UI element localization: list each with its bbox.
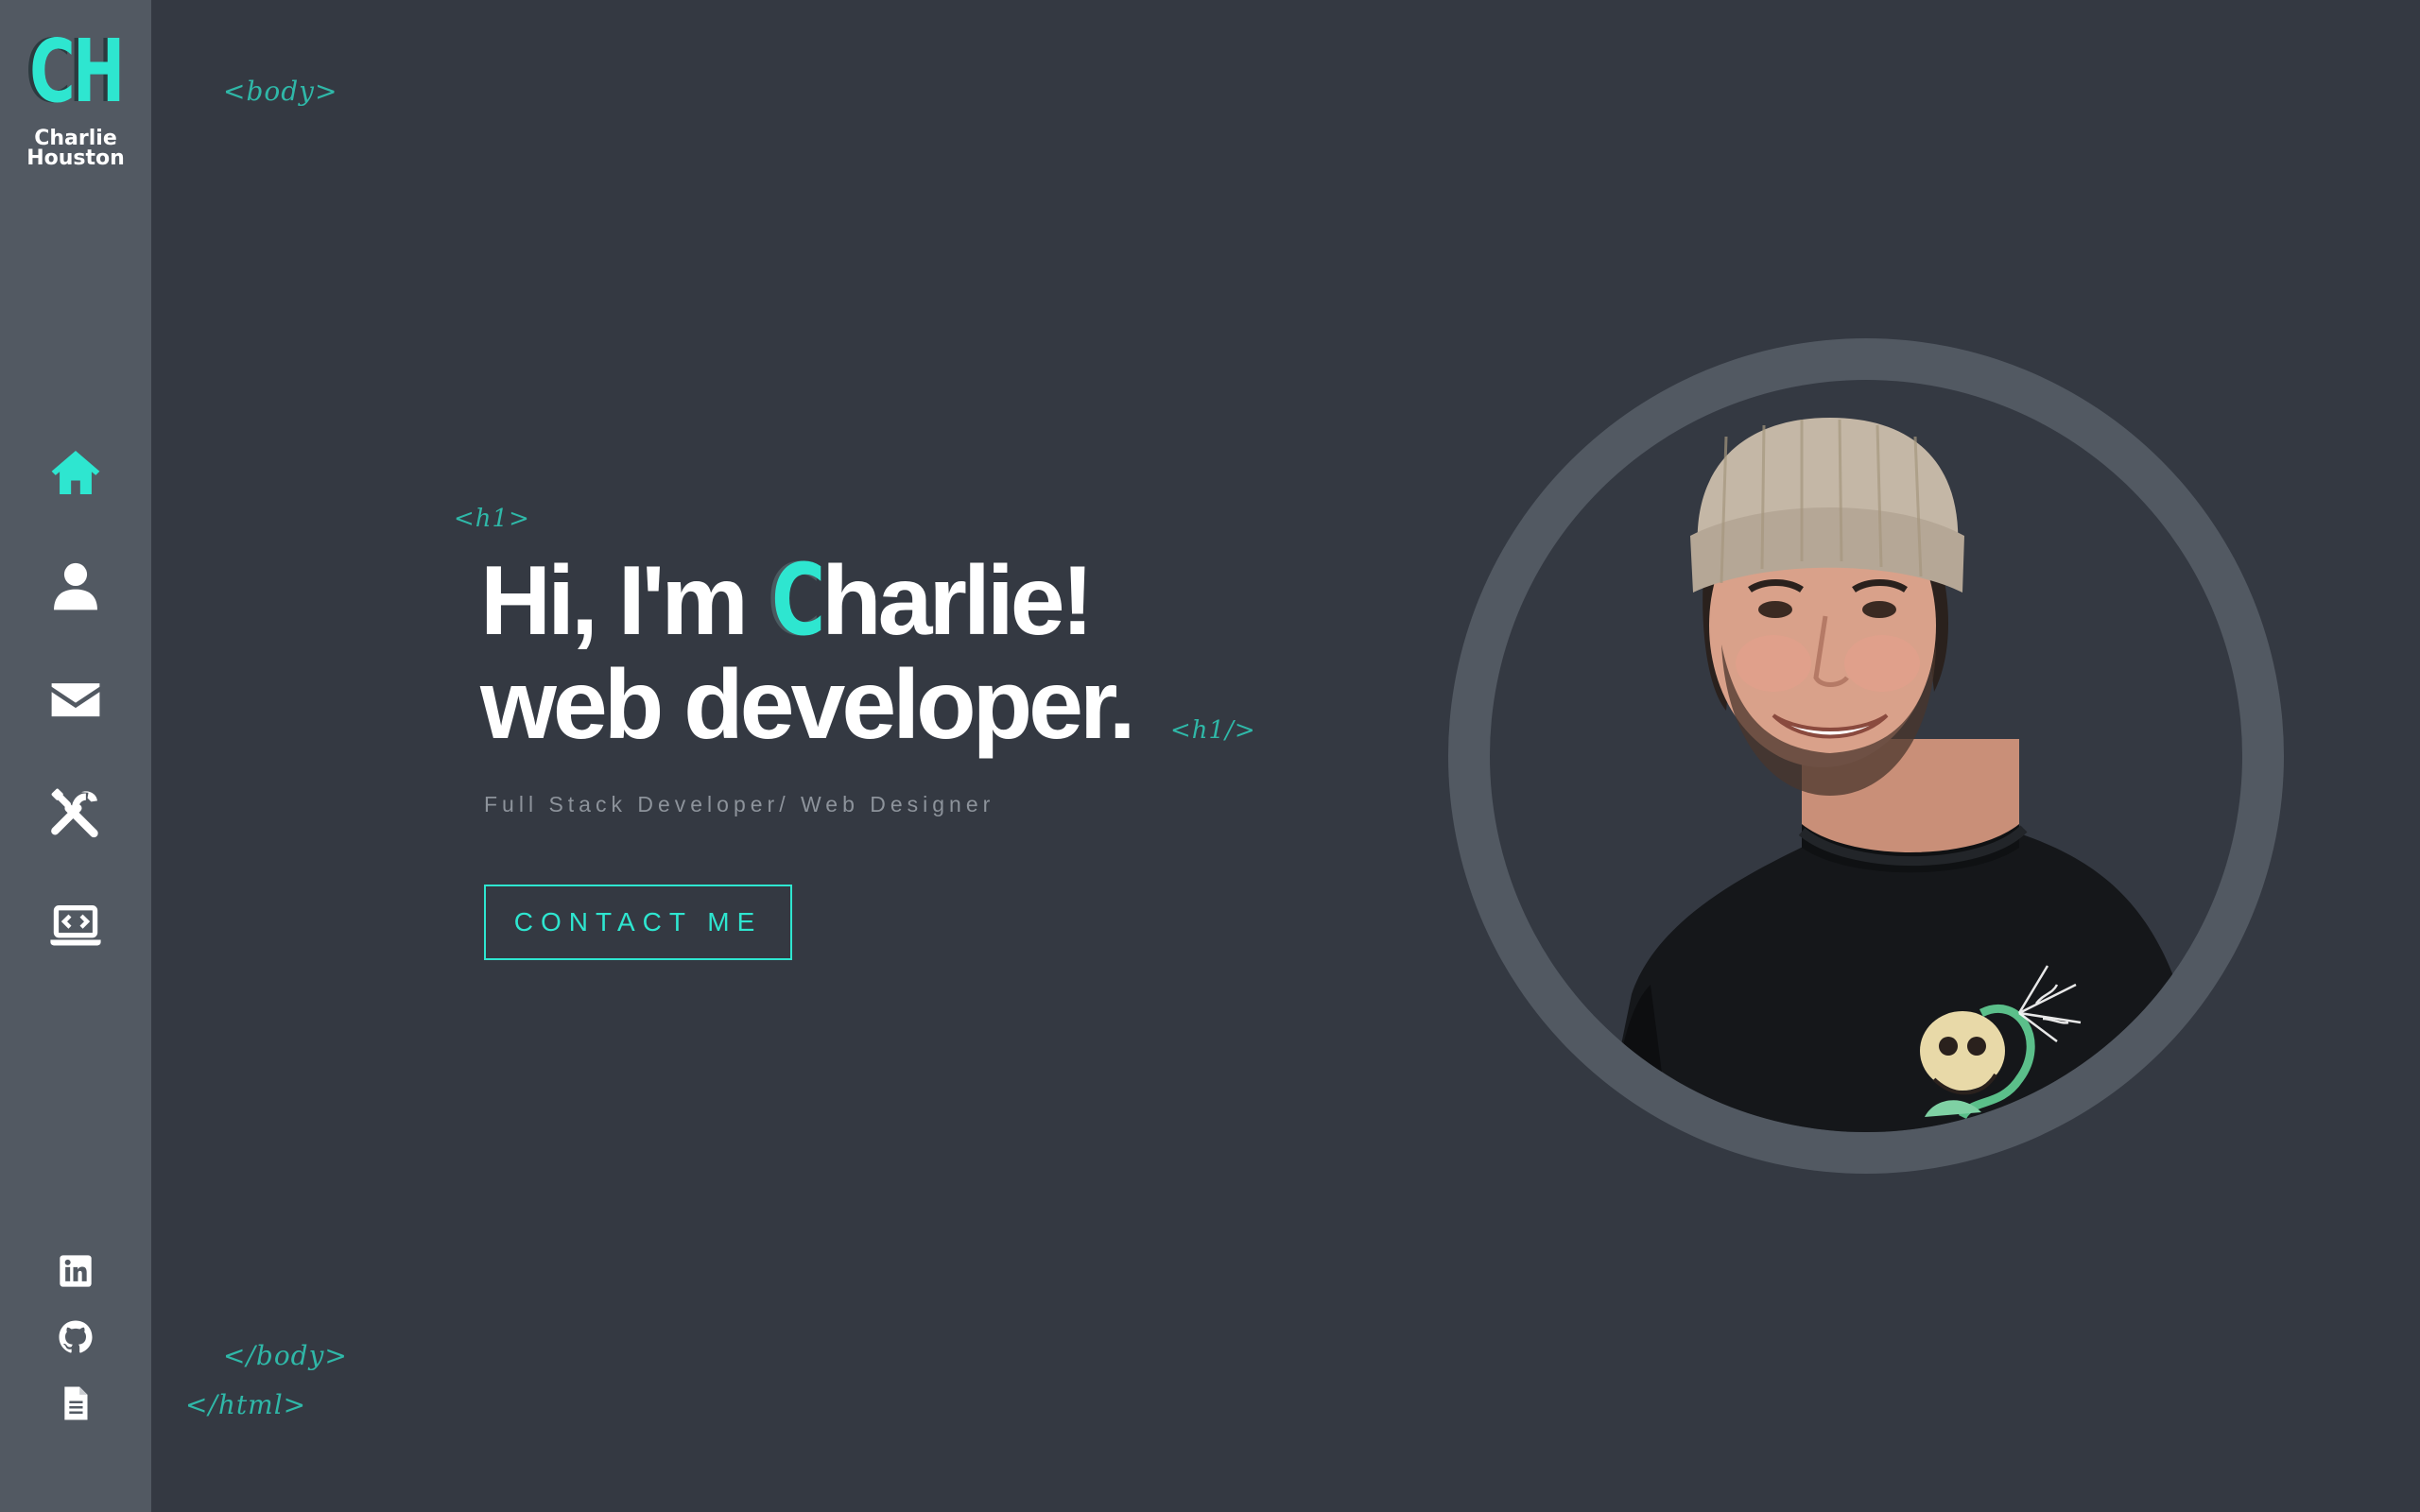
nav-projects[interactable] — [0, 893, 151, 959]
greeting-rest: harlie! — [821, 546, 1094, 656]
file-icon — [64, 1386, 88, 1420]
tag-h1-close: <h1/> — [1170, 716, 1256, 745]
hero-subtitle: Full Stack Developer/ Web Designer — [484, 792, 995, 816]
tag-h1-open: <h1> — [454, 505, 530, 533]
logo-name-last: Houston — [26, 146, 125, 170]
resume-link[interactable] — [0, 1380, 151, 1427]
tag-html-close: </html> — [185, 1389, 307, 1420]
nav-home[interactable] — [0, 439, 151, 506]
person-portrait-image — [1603, 418, 2208, 1132]
laptop-code-icon — [50, 905, 101, 946]
tag-body-open: <body> — [223, 76, 338, 107]
nav-about[interactable] — [0, 553, 151, 619]
linkedin-link[interactable] — [0, 1247, 151, 1295]
nav-skills[interactable] — [0, 780, 151, 846]
nav-contact[interactable] — [0, 666, 151, 732]
headline-line-1: Hi, I'm Charlie! — [480, 548, 1132, 653]
greeting-prefix: Hi, I'm — [480, 546, 769, 656]
user-icon — [54, 562, 97, 610]
github-link[interactable] — [0, 1314, 151, 1361]
linkedin-icon — [60, 1255, 92, 1287]
logo-name-first: Charlie — [34, 127, 117, 150]
hero-headline: Hi, I'm Charlie! web developer. — [480, 548, 1136, 760]
logo[interactable]: CH Charlie Houston — [0, 21, 151, 170]
home-icon — [51, 451, 100, 494]
github-icon — [59, 1320, 93, 1353]
tag-body-close: </body> — [223, 1340, 348, 1371]
contact-me-button[interactable]: CONTACT ME — [484, 885, 792, 960]
tools-icon — [51, 788, 98, 838]
logo-name: Charlie Houston — [0, 127, 151, 170]
headline-line-2: web developer. — [480, 650, 1136, 760]
profile-photo — [1490, 380, 2242, 1132]
logo-monogram: CH — [28, 21, 125, 122]
greeting-initial: C — [770, 542, 825, 658]
envelope-icon — [51, 683, 100, 717]
sidebar: CH Charlie Houston — [0, 0, 151, 1512]
